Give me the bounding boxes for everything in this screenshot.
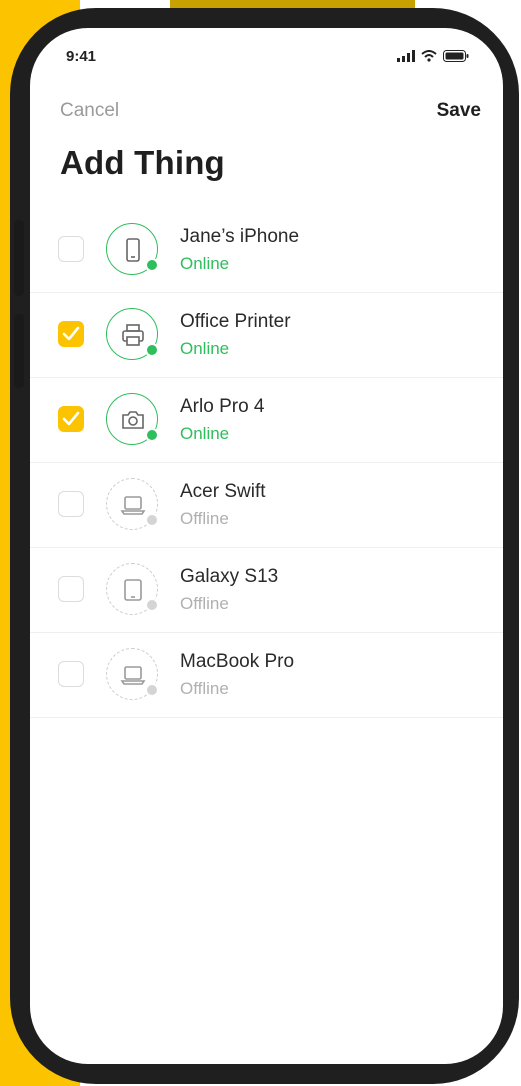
save-button[interactable]: Save [437,100,481,122]
device-checkbox[interactable] [58,406,84,432]
checkmark-icon [62,326,80,341]
status-dot [145,683,159,697]
status-bar: 9:41 [30,28,503,88]
laptop-icon [106,648,159,700]
camera-icon [106,393,159,445]
status-time: 9:41 [66,48,97,65]
device-status: Offline [180,679,229,698]
device-name: Galaxy S13 [180,566,279,587]
signal-icon [397,50,415,62]
status-dot [145,428,159,442]
cancel-button[interactable]: Cancel [60,100,119,122]
device-status: Online [180,254,230,273]
device-status: Offline [180,594,229,613]
volume-up-button [14,220,24,296]
device-checkbox[interactable] [58,661,84,687]
device-checkbox[interactable] [58,236,84,262]
device-list: Jane’s iPhone Online Office Printer Online A… [30,208,503,718]
status-dot [145,598,159,612]
device-row[interactable]: MacBook Pro Offline [30,633,503,718]
volume-down-button [14,314,24,388]
status-dot [145,513,159,527]
page-title: Add Thing [60,144,225,181]
tablet-icon [106,563,159,615]
battery-icon [443,50,469,62]
laptop-icon [106,478,159,530]
device-status: Offline [180,509,229,528]
status-dot [145,343,159,357]
device-name: MacBook Pro [180,651,295,672]
device-checkbox[interactable] [58,491,84,517]
device-status: Online [180,424,230,443]
device-row[interactable]: Arlo Pro 4 Online [30,378,503,463]
device-name: Jane’s iPhone [180,226,300,247]
device-name: Office Printer [180,311,291,332]
phone-screen: 9:41 Cancel Save Add Thing Jane’s iPhone… [30,28,503,1064]
device-checkbox[interactable] [58,321,84,347]
device-row[interactable]: Galaxy S13 Offline [30,548,503,633]
wifi-icon [421,50,437,62]
device-row[interactable]: Office Printer Online [30,293,503,378]
device-status: Online [180,339,230,358]
checkmark-icon [62,411,80,426]
printer-icon [106,308,159,360]
device-name: Arlo Pro 4 [180,396,265,417]
device-row[interactable]: Jane’s iPhone Online [30,208,503,293]
device-checkbox[interactable] [58,576,84,602]
phone-icon [106,223,159,275]
device-name: Acer Swift [180,481,266,502]
device-row[interactable]: Acer Swift Offline [30,463,503,548]
status-dot [145,258,159,272]
